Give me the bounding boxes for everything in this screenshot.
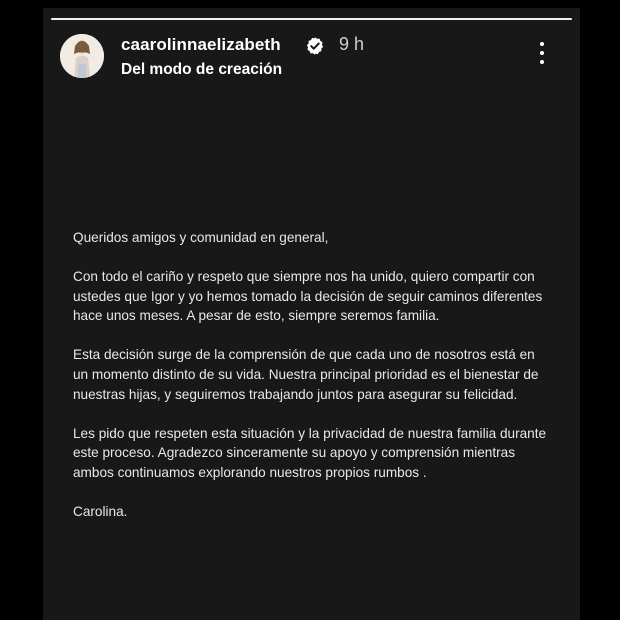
verified-badge-icon — [306, 37, 324, 55]
story-viewer: caarolinnaelizabeth 9 h Del modo de crea… — [43, 8, 580, 620]
letter-signature: Carolina. — [73, 503, 128, 519]
letter-paragraph: Esta decisión surge de la comprensión de… — [73, 347, 539, 402]
story-progress-fill — [51, 18, 572, 20]
letter-paragraph: Les pido que respeten esta situación y l… — [73, 425, 547, 481]
letter-text: Queridos amigos y comunidad en general, … — [73, 228, 553, 541]
letter-paragraph: Con todo el cariño y respeto que siempre… — [73, 268, 543, 324]
story-progress-bar — [51, 18, 572, 20]
avatar-image — [60, 34, 104, 78]
avatar[interactable] — [60, 34, 104, 78]
username-link[interactable]: caarolinnaelizabeth — [121, 35, 281, 55]
letter-greeting: Queridos amigos y comunidad en general, — [73, 230, 329, 245]
story-time: 9 h — [339, 34, 365, 54]
story-subtitle: Del modo de creación — [121, 61, 283, 78]
more-vertical-icon[interactable] — [537, 42, 547, 70]
